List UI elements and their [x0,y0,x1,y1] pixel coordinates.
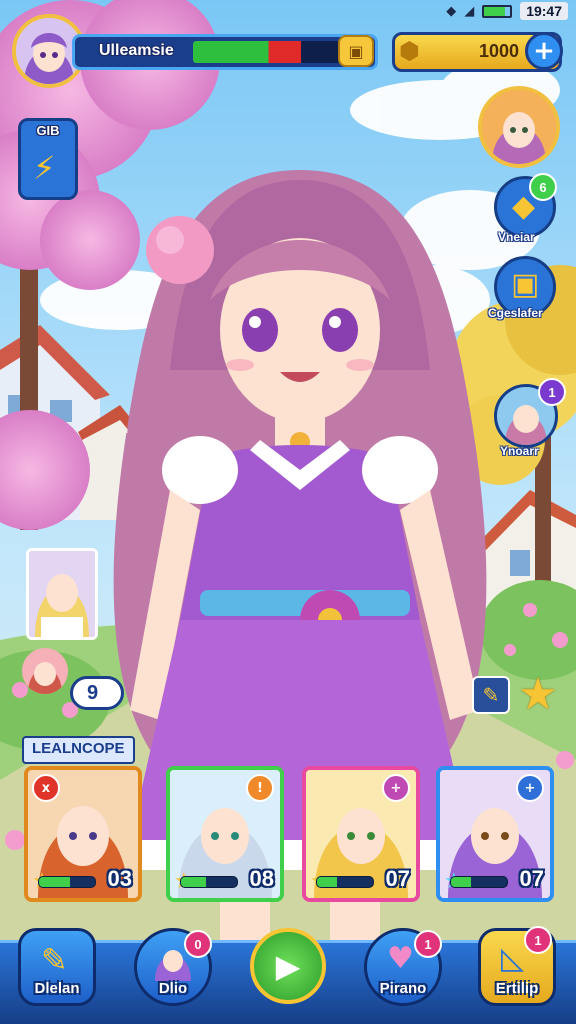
plus-icon: + [533,36,555,66]
side-menu-character[interactable] [478,86,560,168]
star-icon: ★ [518,668,558,720]
play-icon: ▶ [275,947,301,985]
gold-bar-icon: ⬢ [399,37,420,65]
card-corner-icon: + [516,774,544,802]
nav-badge: 1 [524,926,552,954]
side-menu-label: Cgeslafer [488,306,543,320]
card-number: 08 [249,866,274,891]
card-number: 07 [385,866,410,891]
level-pill: 9 [70,676,124,710]
player-menu-button[interactable]: ▣ [338,35,374,67]
pencil-note-icon: ✎ [41,941,68,979]
nav-badge: 0 [184,930,212,958]
battery-icon [482,4,513,18]
cat-ear-character-icon [28,662,62,694]
small-character-avatar[interactable] [22,648,68,694]
side-menu-badge: 6 [529,173,557,201]
event-button[interactable]: GIB ⚡ [18,118,78,200]
nav-label: Dlio [158,980,188,997]
card-progress-bar [180,876,238,888]
player-status-bar: Ulleamsie [72,34,378,70]
ruler-icon: ◺ [501,941,525,976]
team-label: LEALNCOPE [32,740,125,757]
game-screen: ◆ ◢ 19:47 Ulleamsie ▣ ⬢ 1000 + GIB ⚡ ◆ 6… [0,0,576,1024]
blonde-character-icon [29,551,95,637]
card-progress-bar [316,876,374,888]
candy-icon: ♥ [387,941,414,976]
team-label-banner: LEALNCOPE [22,736,135,764]
status-bar: ◆ ◢ 19:47 [446,0,568,22]
card-number: 07 [519,866,544,891]
card-progress-bar [450,876,508,888]
clock-text: 19:47 [520,2,568,20]
team-card-3[interactable]: + ★ 07 [302,766,420,902]
left-character-portrait[interactable] [26,548,98,640]
nav-button-dlelan[interactable]: ✎ Dlelan [18,928,96,1006]
nav-badge: 1 [414,930,442,958]
player-name: Ulleamsie [99,42,174,59]
team-card-2[interactable]: ! ★ 08 [166,766,284,902]
edit-button[interactable]: ✎ [472,676,510,714]
side-menu-label: Ynoarr [500,444,539,458]
wifi-icon: ◢ [464,3,475,19]
side-menu-item-vneiar[interactable]: ◆ 6 [494,173,557,238]
card-corner-icon: ! [246,774,274,802]
team-card-1[interactable]: x ★ 03 [24,766,142,902]
play-button[interactable]: ▶ [250,928,326,1004]
card-corner-icon: x [32,774,60,802]
card-number: 03 [107,866,132,891]
team-card-4[interactable]: + ★ 07 [436,766,554,902]
shop-bag-icon: ▣ [511,267,540,302]
nav-label: Ertilip [495,980,539,997]
signal-icon: ◆ [446,3,457,19]
side-menu-badge: 1 [538,378,566,406]
card-corner-icon: + [382,774,410,802]
level-number: 9 [87,682,99,704]
currency-amount: 1000 [478,41,519,61]
nav-label: Pirano [379,980,427,997]
lightning-icon: ⚡ [33,149,56,187]
side-menu-label: Vneiar [498,230,535,244]
card-progress-bar [38,876,96,888]
add-currency-button[interactable]: + [525,32,563,70]
favorite-star-button[interactable]: ★ [514,668,562,720]
profile-card-icon: ▣ [348,41,364,61]
event-label: GIB [36,123,60,138]
character-portrait-icon [482,90,556,164]
nav-label: Dlelan [34,980,80,997]
player-hp-fill [193,41,301,63]
pencil-icon: ✎ [482,683,500,707]
